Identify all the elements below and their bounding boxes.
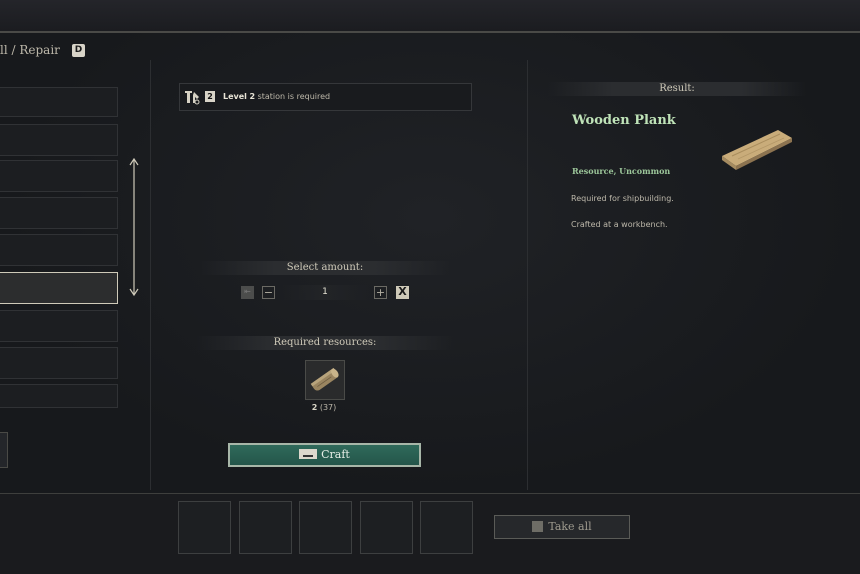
side-button[interactable]	[0, 432, 8, 468]
output-slot[interactable]	[360, 501, 413, 554]
recipe-list-item[interactable]	[0, 87, 118, 117]
recipe-list-item[interactable]	[0, 160, 118, 192]
top-frame	[0, 0, 860, 33]
item-type: Resource, Uncommon	[572, 166, 671, 176]
select-amount-label: Select amount:	[200, 261, 450, 275]
item-name: Wooden Plank	[572, 113, 676, 128]
resource-count: 2 (37)	[295, 403, 353, 412]
left-divider	[150, 60, 151, 490]
increase-button[interactable]: +	[374, 286, 387, 299]
output-slot[interactable]	[299, 501, 352, 554]
requirement-text: station is required	[257, 92, 331, 101]
output-slot[interactable]	[420, 501, 473, 554]
resource-owned: (37)	[319, 403, 337, 412]
recipe-list-item[interactable]	[0, 347, 118, 379]
recipe-list-item[interactable]	[0, 384, 118, 408]
recipe-list-item[interactable]	[0, 234, 118, 266]
max-amount-button[interactable]: X	[396, 286, 409, 299]
level-badge: 2	[205, 91, 215, 102]
take-all-button[interactable]: Take all	[494, 515, 630, 539]
recipe-list-item[interactable]	[0, 310, 118, 342]
amount-value[interactable]: 1	[280, 285, 370, 300]
scroll-arrow-icon[interactable]	[127, 157, 141, 297]
crafting-station-icon	[185, 91, 200, 105]
wooden-plank-icon	[722, 130, 792, 170]
take-all-label: Take all	[548, 520, 592, 533]
wood-log-icon	[310, 367, 339, 391]
keyboard-key-icon	[532, 520, 544, 532]
recipe-list-item-selected[interactable]	[0, 272, 118, 304]
min-amount-button[interactable]: ⇤	[241, 286, 254, 299]
level-number: 2	[249, 92, 256, 101]
craft-label: Craft	[321, 448, 350, 461]
required-resources-label: Required resources:	[195, 336, 455, 350]
station-requirement: 2 Level 2 station is required	[179, 83, 472, 111]
keyboard-key-icon	[299, 449, 318, 459]
item-description: Required for shipbuilding.	[571, 194, 674, 203]
hotkey-badge: D	[72, 44, 85, 57]
level-word: Level	[223, 92, 247, 101]
craft-button[interactable]: Craft	[228, 443, 421, 467]
tab-title[interactable]: ll / Repair	[0, 43, 60, 57]
output-slot[interactable]	[239, 501, 292, 554]
resource-slot[interactable]	[305, 360, 345, 400]
item-crafting-info: Crafted at a workbench.	[571, 220, 668, 229]
recipe-list-item[interactable]	[0, 197, 118, 229]
right-divider	[527, 60, 528, 490]
output-slot[interactable]	[178, 501, 231, 554]
decrease-button[interactable]: −	[262, 286, 275, 299]
resource-needed: 2	[311, 403, 318, 412]
recipe-list-item[interactable]	[0, 124, 118, 156]
result-header: Result:	[548, 82, 806, 96]
